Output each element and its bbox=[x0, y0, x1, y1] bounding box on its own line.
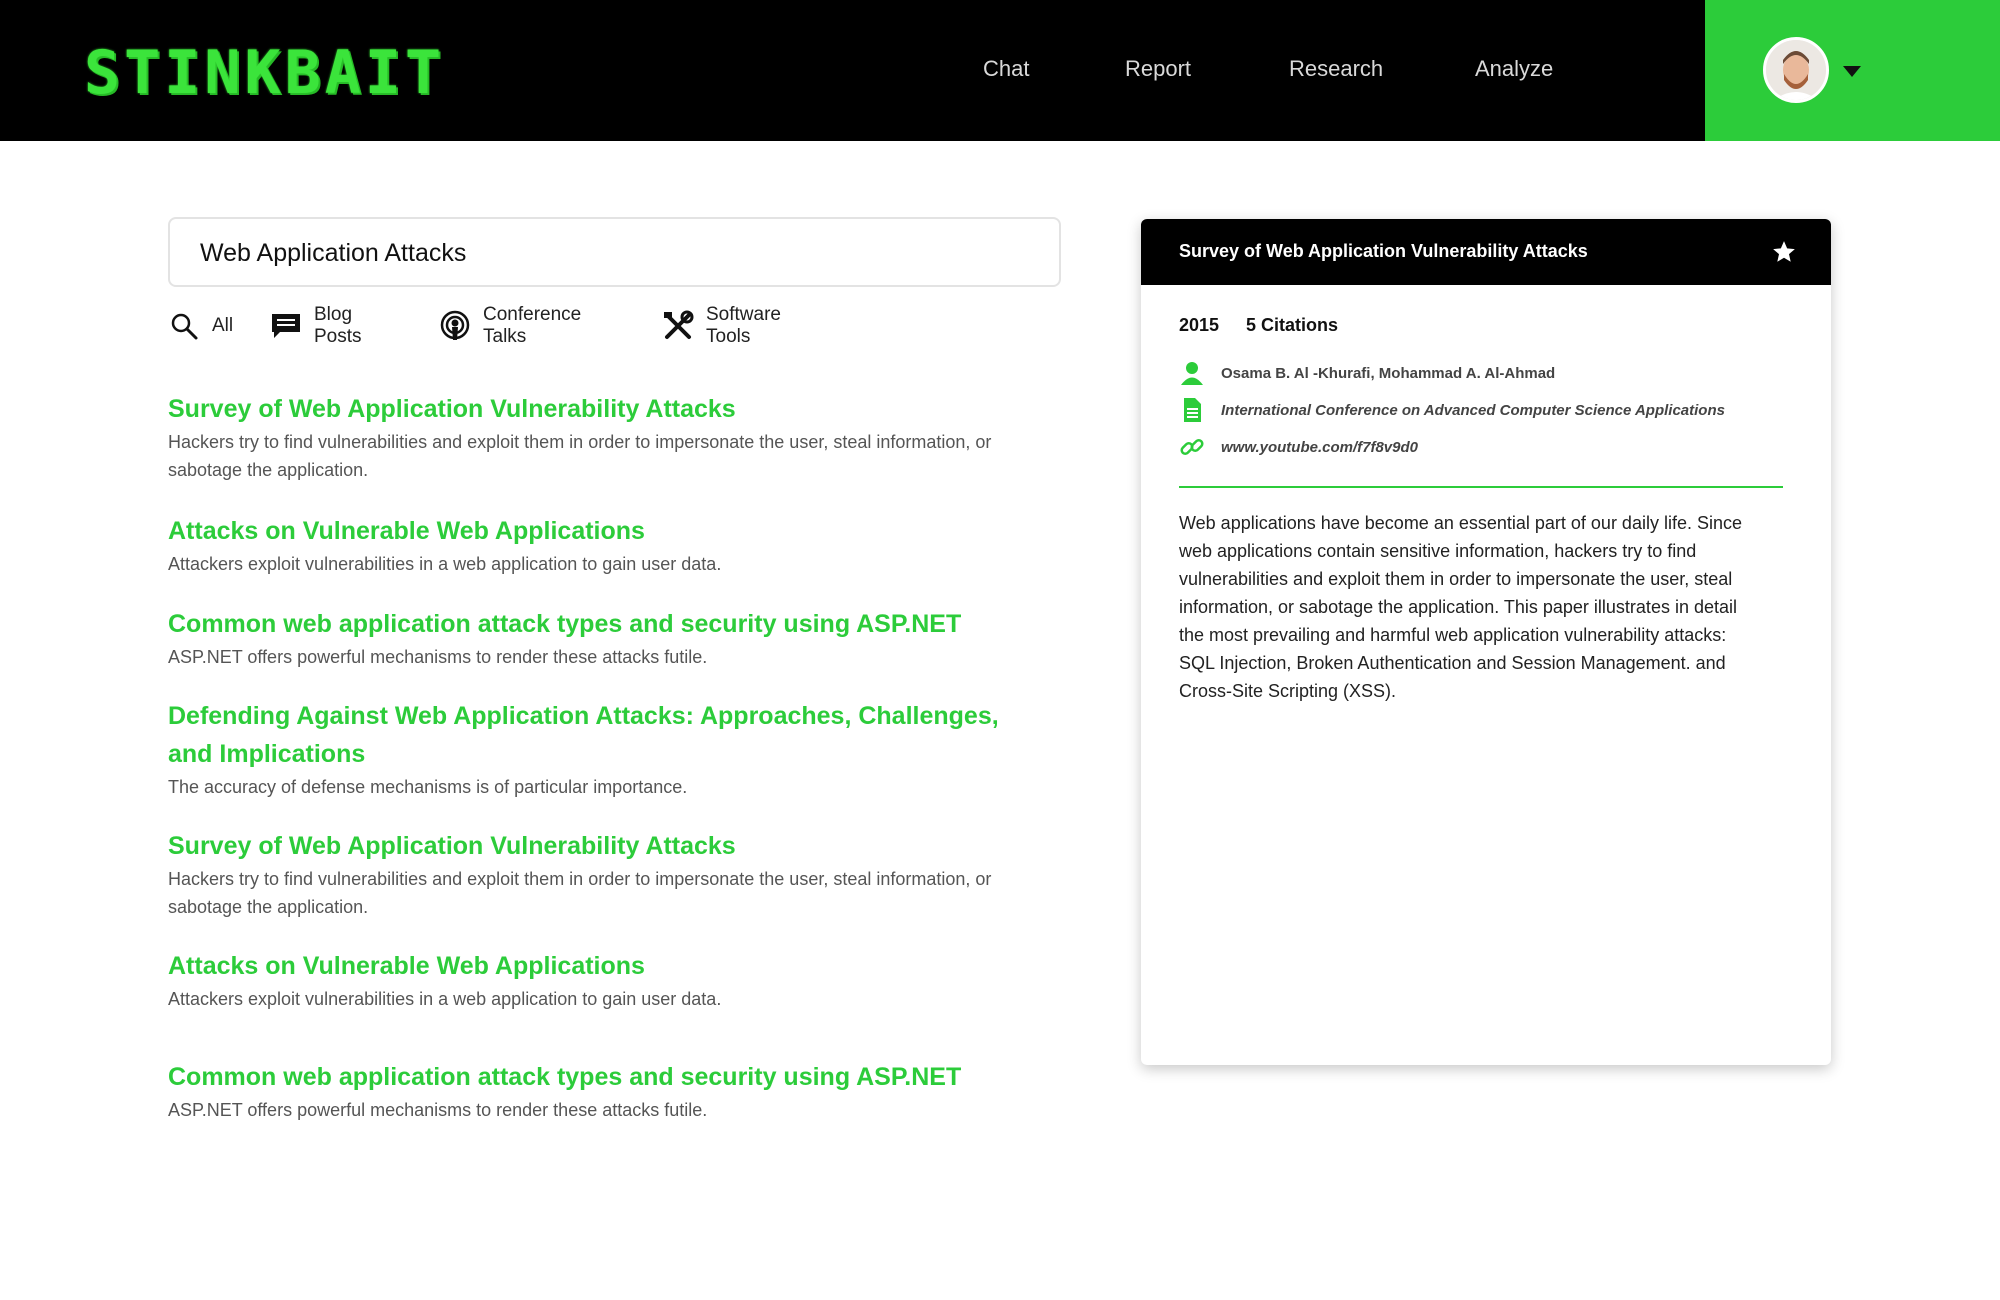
result-description: The accuracy of defense mechanisms is of… bbox=[168, 777, 688, 797]
chat-icon bbox=[270, 310, 302, 342]
authors: Osama B. Al -Khurafi, Mohammad A. Al-Ahm… bbox=[1221, 364, 1556, 382]
publication-year: 2015 bbox=[1179, 315, 1220, 335]
filter-all-label: All bbox=[212, 315, 234, 336]
search-box bbox=[168, 217, 1061, 287]
citation-count[interactable]: 5 Citations bbox=[1246, 315, 1338, 336]
result-title[interactable]: Common web application attack types and … bbox=[168, 605, 1068, 643]
user-icon bbox=[1179, 360, 1205, 386]
result-description: Hackers try to find vulnerabilities and … bbox=[168, 432, 992, 452]
abstract-line: web applications contain sensitive infor… bbox=[1179, 541, 1697, 561]
result-description: sabotage the application. bbox=[168, 460, 369, 480]
chevron-down-icon[interactable] bbox=[1843, 66, 1861, 77]
search-result: Survey of Web Application Vulnerability … bbox=[168, 827, 1068, 921]
result-description: Attackers exploit vulnerabilities in a w… bbox=[168, 989, 722, 1009]
result-title[interactable]: Survey of Web Application Vulnerability … bbox=[168, 390, 1068, 428]
avatar[interactable] bbox=[1763, 37, 1829, 103]
search-result: Attacks on Vulnerable Web Applications A… bbox=[168, 512, 1068, 578]
filter-all[interactable]: All bbox=[168, 308, 233, 344]
venue: International Conference on Advanced Com… bbox=[1221, 401, 1725, 419]
nav-analyze[interactable]: Analyze bbox=[1475, 56, 1553, 82]
source-link[interactable]: www.youtube.com/f7f8v9d0 bbox=[1221, 439, 1418, 456]
top-navigation-bar: STINKBAIT Chat Report Research Analyze bbox=[0, 0, 2000, 141]
filter-conference-talks[interactable]: Conference Talks bbox=[439, 304, 581, 347]
filter-software-tools[interactable]: Software Tools bbox=[662, 304, 781, 347]
authors-row: Osama B. Al -Khurafi, Mohammad A. Al-Ahm… bbox=[1179, 359, 1555, 387]
result-title[interactable]: Attacks on Vulnerable Web Applications bbox=[168, 512, 1068, 550]
filter-software-tools-label: Software Tools bbox=[706, 304, 781, 347]
result-description: ASP.NET offers powerful mechanisms to re… bbox=[168, 647, 708, 667]
logo[interactable]: STINKBAIT bbox=[84, 38, 445, 108]
result-title[interactable]: Survey of Web Application Vulnerability … bbox=[168, 827, 1068, 865]
abstract-line: vulnerabilities and exploit them in orde… bbox=[1179, 569, 1733, 589]
result-description: Attackers exploit vulnerabilities in a w… bbox=[168, 554, 722, 574]
search-input[interactable] bbox=[200, 237, 1020, 269]
divider bbox=[1179, 486, 1783, 488]
link-icon bbox=[1179, 434, 1205, 460]
filter-conference-talks-label: Conference Talks bbox=[483, 304, 582, 347]
abstract-line: Cross-Site Scripting (XSS). bbox=[1179, 681, 1397, 701]
nav-research[interactable]: Research bbox=[1289, 56, 1383, 82]
filter-blog-posts[interactable]: Blog Posts bbox=[270, 304, 362, 347]
abstract-line: information, or sabotage the application… bbox=[1179, 597, 1737, 617]
tools-icon bbox=[662, 310, 694, 342]
link-row[interactable]: www.youtube.com/f7f8v9d0 bbox=[1179, 433, 1418, 461]
nav-report[interactable]: Report bbox=[1125, 56, 1191, 82]
abstract: Web applications have become an essentia… bbox=[1179, 509, 1759, 705]
detail-title: Survey of Web Application Vulnerability … bbox=[1179, 241, 1588, 261]
search-result: Common web application attack types and … bbox=[168, 1058, 1068, 1124]
result-title[interactable]: and Implications bbox=[168, 735, 1068, 773]
venue-row: International Conference on Advanced Com… bbox=[1179, 396, 1725, 424]
filter-blog-posts-label: Blog Posts bbox=[314, 304, 362, 347]
result-title[interactable]: Common web application attack types and … bbox=[168, 1058, 1068, 1096]
result-title[interactable]: Attacks on Vulnerable Web Applications bbox=[168, 947, 1068, 985]
detail-card-header: Survey of Web Application Vulnerability … bbox=[1141, 219, 1831, 285]
podcast-icon bbox=[439, 310, 471, 342]
star-icon[interactable] bbox=[1771, 239, 1797, 265]
detail-card: Survey of Web Application Vulnerability … bbox=[1141, 219, 1831, 1065]
abstract-line: SQL Injection, Broken Authentication and… bbox=[1179, 653, 1726, 673]
result-description: ASP.NET offers powerful mechanisms to re… bbox=[168, 1100, 708, 1120]
search-result: Common web application attack types and … bbox=[168, 605, 1068, 671]
nav-chat[interactable]: Chat bbox=[983, 56, 1029, 82]
abstract-line: the most prevailing and harmful web appl… bbox=[1179, 625, 1727, 645]
search-result: Attacks on Vulnerable Web Applications A… bbox=[168, 947, 1068, 1013]
search-result: Defending Against Web Application Attack… bbox=[168, 697, 1068, 801]
user-menu[interactable] bbox=[1705, 0, 2000, 141]
result-description: sabotage the application. bbox=[168, 897, 369, 917]
result-description: Hackers try to find vulnerabilities and … bbox=[168, 869, 992, 889]
abstract-line: Web applications have become an essentia… bbox=[1179, 513, 1742, 533]
result-title[interactable]: Defending Against Web Application Attack… bbox=[168, 697, 1068, 735]
search-result: Survey of Web Application Vulnerability … bbox=[168, 390, 1068, 484]
document-icon bbox=[1179, 397, 1205, 423]
search-icon bbox=[168, 310, 200, 342]
